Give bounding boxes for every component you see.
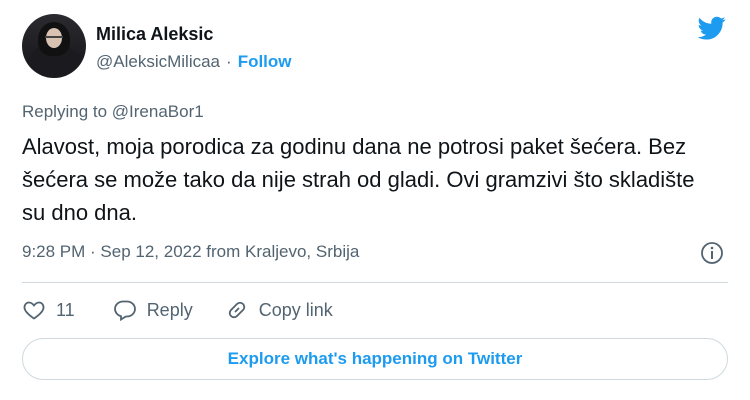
like-count: 11 xyxy=(56,299,75,320)
tweet-meta[interactable]: 9:28 PM · Sep 12, 2022 from Kraljevo, Sr… xyxy=(22,242,359,262)
separator: · xyxy=(226,52,232,71)
avatar[interactable] xyxy=(22,14,86,78)
link-icon xyxy=(228,301,245,319)
tweet-card: Milica Aleksic @AleksicMilicaa · Follow Re… xyxy=(0,0,750,400)
tweet-text: Alavost, moja porodica za godinu dana ne… xyxy=(22,134,695,225)
reply-label: Reply xyxy=(146,299,193,320)
heart-icon xyxy=(23,301,45,320)
explore-twitter-button[interactable]: Explore what's happening on Twitter xyxy=(22,338,728,380)
copy-link-button[interactable]: Copy link xyxy=(225,298,333,322)
info-icon[interactable] xyxy=(700,241,724,265)
copy-link-label: Copy link xyxy=(258,299,333,320)
reply-button[interactable]: Reply xyxy=(113,298,193,322)
reply-icon xyxy=(113,300,136,322)
twitter-bird-icon[interactable] xyxy=(695,14,729,42)
avatar-glasses xyxy=(45,36,63,40)
author-handle[interactable]: @AleksicMilicaa xyxy=(96,52,220,71)
divider xyxy=(22,282,728,283)
action-bar: 11 Reply Copy link xyxy=(22,296,333,324)
like-button[interactable]: 11 xyxy=(22,298,75,322)
replying-to[interactable]: Replying to @IrenaBor1 xyxy=(22,102,204,122)
author-name[interactable]: Milica Aleksic xyxy=(96,24,213,45)
follow-button[interactable]: Follow xyxy=(238,52,292,71)
author-handle-row: @AleksicMilicaa · Follow xyxy=(96,52,292,72)
